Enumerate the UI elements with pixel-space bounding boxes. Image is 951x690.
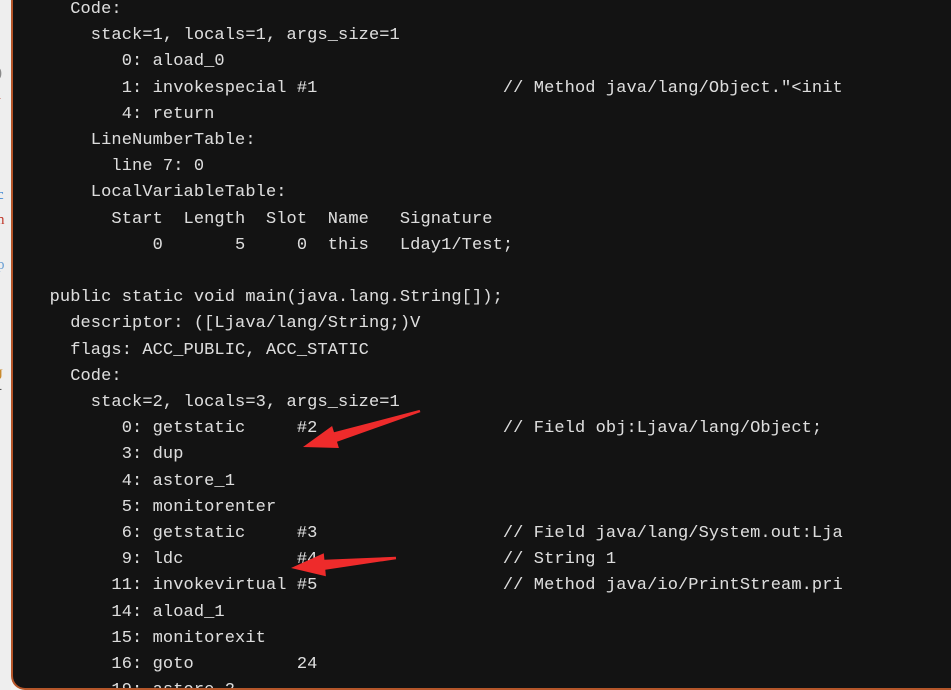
editor-sliver[interactable]: ) i c n p J - xyxy=(0,0,11,690)
editor-sliver-fragment: c xyxy=(0,187,4,203)
editor-sliver-fragment: ) xyxy=(0,66,2,81)
console-scroll-area[interactable]: Code: stack=1, locals=1, args_size=1 0: … xyxy=(13,0,951,688)
screen-root: ) i c n p J - Code: stack=1, locals=1, a… xyxy=(0,0,951,690)
console-output-text: Code: stack=1, locals=1, args_size=1 0: … xyxy=(49,0,843,688)
editor-sliver-fragment: - xyxy=(0,382,2,397)
editor-sliver-fragment: i xyxy=(0,88,1,103)
editor-sliver-fragment: n xyxy=(0,212,5,228)
editor-sliver-fragment: p xyxy=(0,257,5,273)
console-panel[interactable]: Code: stack=1, locals=1, args_size=1 0: … xyxy=(11,0,951,690)
